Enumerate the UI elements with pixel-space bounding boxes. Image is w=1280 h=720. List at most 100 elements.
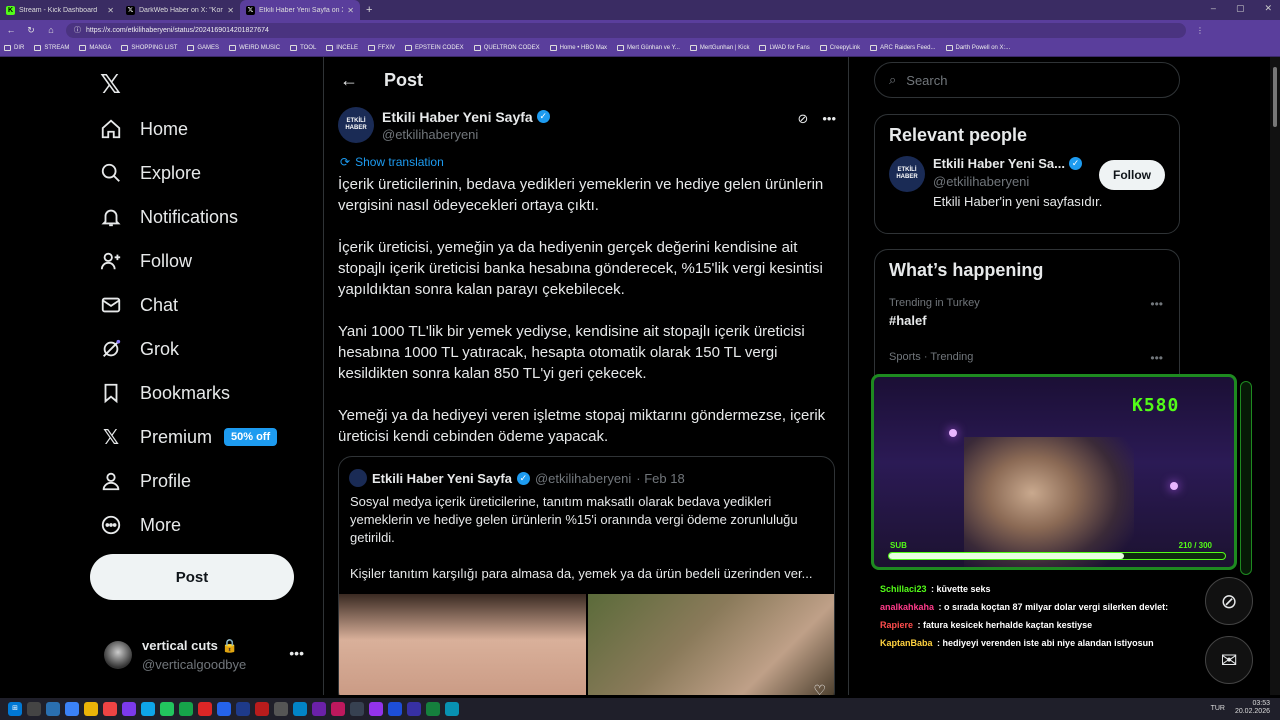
close-tab-icon[interactable]: ✕ [107, 6, 114, 15]
taskbar-app-icon[interactable] [27, 702, 41, 716]
person-name[interactable]: Etkili Haber Yeni Sa... ✓ [933, 156, 1102, 171]
page-scrollbar[interactable] [1270, 57, 1280, 695]
taskbar-app-icon[interactable] [274, 702, 288, 716]
more-icon[interactable]: ••• [1150, 351, 1163, 365]
reload-icon[interactable]: ↻ [26, 25, 36, 36]
chat-username[interactable]: Schillaci23 [880, 584, 927, 594]
taskbar-app-icon[interactable] [122, 702, 136, 716]
nav-home[interactable]: Home [100, 109, 188, 149]
close-tab-icon[interactable]: ✕ [227, 6, 234, 15]
browser-tab-active[interactable]: 𝕏 Etkili Haber Yeni Sayfa on X: "İçeri..… [240, 0, 360, 20]
taskbar-app-icon[interactable] [369, 702, 383, 716]
person-avatar[interactable]: ETKİLİ HABER [889, 156, 925, 192]
chat-username[interactable]: KaptanBaba [880, 638, 933, 648]
bookmark-item[interactable]: DIR [4, 45, 24, 51]
site-info-icon[interactable]: ⓘ [74, 25, 81, 35]
taskbar-app-icon[interactable] [312, 702, 326, 716]
close-window-icon[interactable]: ✕ [1264, 3, 1272, 14]
quote-image[interactable]: ♡ [588, 594, 834, 695]
bookmark-item[interactable]: EPSTEIN CODEX [405, 45, 464, 51]
bookmark-item[interactable]: Home • HBO Max [549, 45, 607, 51]
more-icon[interactable]: ••• [822, 111, 836, 127]
person-row[interactable]: ETKİLİ HABER Etkili Haber Yeni Sa... ✓ @e… [875, 156, 1179, 226]
bookmark-item[interactable]: Darth Powell on X:... [945, 45, 1010, 51]
nav-more[interactable]: More [100, 505, 181, 545]
author-name[interactable]: Etkili Haber Yeni Sayfa ✓ [382, 109, 550, 125]
back-icon[interactable]: ← [6, 25, 16, 35]
chat-username[interactable]: analkahkaha [880, 602, 934, 612]
back-arrow-icon[interactable]: ← [340, 70, 358, 91]
follow-button[interactable]: Follow [1099, 160, 1165, 190]
chat-username[interactable]: Rapiere [880, 620, 913, 630]
taskbar-app-icon[interactable] [46, 702, 60, 716]
bookmark-item[interactable]: INCELE [326, 45, 358, 51]
bookmark-item[interactable]: LWAD for Fans [759, 45, 810, 51]
bookmark-item[interactable]: STREAM [34, 45, 69, 51]
nav-profile[interactable]: Profile [100, 461, 191, 501]
close-tab-icon[interactable]: ✕ [347, 6, 354, 15]
taskbar-app-icon[interactable] [445, 702, 459, 716]
account-switcher[interactable]: vertical cuts 🔒 @verticalgoodbye ••• [104, 635, 314, 675]
author-handle[interactable]: @etkilihaberyeni [382, 127, 550, 142]
bookmark-item[interactable]: TOOL [290, 45, 316, 51]
taskbar-app-icon[interactable] [350, 702, 364, 716]
bookmark-item[interactable]: CreepyLink [819, 45, 860, 51]
messages-float-button[interactable]: ✉ [1205, 636, 1253, 684]
bookmark-item[interactable]: GAMES [187, 45, 219, 51]
author-avatar[interactable]: ETKİLİ HABER [338, 107, 374, 143]
taskbar-app-icon[interactable] [217, 702, 231, 716]
windows-start-icon[interactable]: ⊞ [8, 702, 22, 716]
taskbar-app-icon[interactable] [388, 702, 402, 716]
minimize-icon[interactable]: – [1211, 3, 1216, 14]
extensions-icon[interactable]: ⋮ [1196, 26, 1204, 35]
quoted-post[interactable]: Etkili Haber Yeni Sayfa ✓ @etkilihaberye… [338, 456, 835, 695]
taskbar-app-icon[interactable] [407, 702, 421, 716]
nav-chat[interactable]: Chat [100, 285, 178, 325]
bookmark-item[interactable]: WEIRD MUSIC [229, 45, 280, 51]
nav-premium[interactable]: 𝕏 Premium 50% off [100, 417, 278, 457]
post-button[interactable]: Post [90, 554, 294, 600]
bookmark-item[interactable]: QUELTRON CODEX [473, 45, 540, 51]
taskbar-app-icon[interactable] [198, 702, 212, 716]
bookmark-item[interactable]: Mert Günhan ve Y... [617, 45, 680, 51]
nav-notifications[interactable]: Notifications [100, 197, 238, 237]
trend-item[interactable]: Trending in Turkey #halef ••• [875, 291, 1179, 345]
scrollbar-thumb[interactable] [1273, 67, 1277, 127]
nav-bookmarks[interactable]: Bookmarks [100, 373, 230, 413]
bookmark-item[interactable]: ARC Raiders Feed... [870, 45, 936, 51]
new-tab-icon[interactable]: + [360, 4, 378, 16]
nav-explore[interactable]: Explore [100, 153, 201, 193]
steam-icon[interactable] [236, 702, 250, 716]
taskbar-app-icon[interactable] [103, 702, 117, 716]
grok-float-button[interactable]: ⊘ [1205, 577, 1253, 625]
taskbar-app-icon[interactable] [293, 702, 307, 716]
grok-icon[interactable]: ⊘ [797, 111, 808, 127]
nav-follow[interactable]: Follow [100, 241, 192, 281]
search-input[interactable]: ⌕ Search [874, 62, 1180, 98]
bookmark-item[interactable]: FFXIV [367, 45, 395, 51]
nav-grok[interactable]: Grok [100, 329, 179, 369]
more-icon[interactable]: ••• [1150, 297, 1163, 311]
home-icon[interactable]: ⌂ [46, 25, 56, 35]
folder-icon[interactable] [84, 702, 98, 716]
more-icon[interactable]: ••• [289, 645, 304, 661]
bookmark-item[interactable]: MANGA [79, 45, 111, 51]
language-indicator[interactable]: TUR [1211, 705, 1225, 712]
x-logo-icon[interactable]: 𝕏 [100, 69, 121, 100]
spotify-icon[interactable] [179, 702, 193, 716]
taskbar-app-icon[interactable] [141, 702, 155, 716]
show-translation-link[interactable]: ⟳ Show translation [340, 155, 444, 169]
taskbar-app-icon[interactable] [331, 702, 345, 716]
maximize-icon[interactable]: ▢ [1236, 3, 1245, 14]
browser-tab[interactable]: K Stream - Kick Dashboard ✕ [0, 0, 120, 20]
url-field[interactable]: ⓘ https://x.com/etkilihaberyeni/status/2… [66, 22, 1186, 38]
bookmark-item[interactable]: MertGunhan | Kick [689, 45, 749, 51]
clock[interactable]: 03:53 20.02.2026 [1235, 700, 1270, 716]
taskbar-app-icon[interactable] [426, 702, 440, 716]
taskbar-app-icon[interactable] [65, 702, 79, 716]
bookmark-item[interactable]: SHOPPING LIST [121, 45, 177, 51]
taskbar-app-icon[interactable] [255, 702, 269, 716]
browser-tab[interactable]: 𝕏 DarkWeb Haber on X: "Konya Böy... ✕ [120, 0, 240, 20]
quote-image[interactable] [339, 594, 586, 695]
taskbar-app-icon[interactable] [160, 702, 174, 716]
